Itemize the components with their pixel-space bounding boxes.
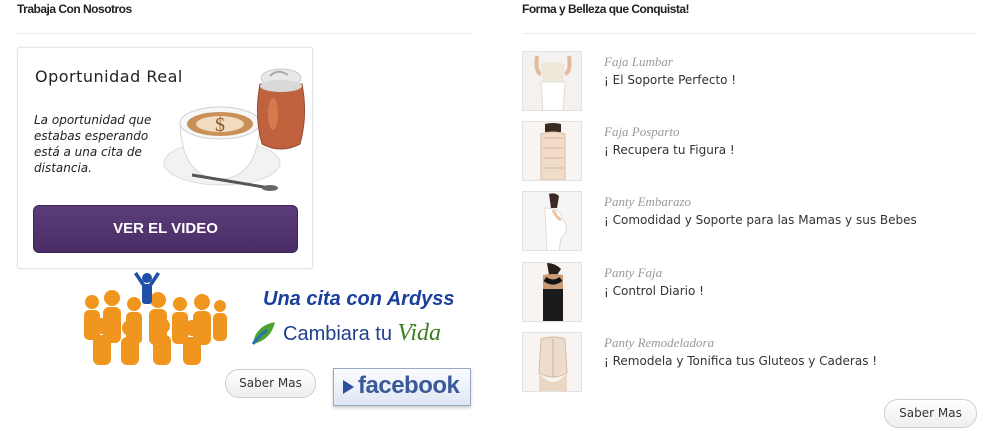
ardyss-slogan-line2: Cambiara tu Vida: [283, 320, 441, 347]
product-item-panty-embarazo[interactable]: Panty Embarazo ¡ Comodidad y Soporte par…: [522, 191, 977, 253]
facebook-label: facebook: [358, 372, 460, 399]
product-name[interactable]: Panty Faja: [604, 265, 662, 281]
product-photo-icon: [523, 333, 581, 391]
section-divider: [522, 33, 977, 34]
section-divider: [17, 33, 472, 34]
product-item-panty-faja[interactable]: Panty Faja ¡ Control Diario !: [522, 262, 977, 324]
tea-jar-icon: [256, 68, 306, 150]
product-name[interactable]: Panty Remodeladora: [604, 335, 714, 351]
product-name[interactable]: Faja Lumbar: [604, 54, 673, 70]
promo-text: La oportunidad que estabas esperando est…: [34, 113, 152, 175]
product-thumbnail[interactable]: [522, 332, 582, 392]
product-description: ¡ Control Diario !: [604, 284, 704, 298]
product-photo-icon: [523, 52, 581, 110]
product-description: ¡ El Soporte Perfecto !: [604, 73, 737, 87]
product-photo-icon: [523, 192, 581, 250]
facebook-button[interactable]: facebook: [333, 368, 471, 406]
ver-el-video-button[interactable]: VER EL VIDEO: [33, 205, 298, 253]
product-name[interactable]: Faja Posparto: [604, 124, 679, 140]
ardyss-leaf-logo-icon: [251, 322, 275, 345]
section-heading-forma: Forma y Belleza que Conquista!: [522, 2, 690, 16]
product-item-faja-lumbar[interactable]: Faja Lumbar ¡ El Soporte Perfecto !: [522, 51, 977, 113]
people-group-icon: [84, 272, 227, 365]
oportunidad-promo-card: Oportunidad Real La oportunidad que esta…: [17, 47, 313, 269]
ardyss-slogan-text: Cambiara tu: [283, 323, 398, 345]
trabaja-section: Trabaja Con Nosotros Oportunidad Real La…: [17, 0, 472, 406]
product-photo-icon: [523, 263, 581, 321]
product-description: ¡ Recupera tu Figura !: [604, 143, 735, 157]
product-thumbnail[interactable]: [522, 121, 582, 181]
ardyss-slogan-line1: Una cita con Ardyss: [263, 288, 455, 310]
product-thumbnail[interactable]: [522, 51, 582, 111]
saber-mas-button-right[interactable]: Saber Mas: [884, 399, 977, 428]
section-heading-trabaja: Trabaja Con Nosotros: [17, 2, 132, 16]
product-photo-icon: [523, 122, 581, 180]
saber-mas-button-left[interactable]: Saber Mas: [225, 369, 316, 398]
product-thumbnail[interactable]: [522, 191, 582, 251]
play-arrow-icon: [343, 380, 354, 394]
product-description: ¡ Remodela y Tonifica tus Gluteos y Cade…: [604, 354, 878, 368]
product-name[interactable]: Panty Embarazo: [604, 194, 691, 210]
product-thumbnail[interactable]: [522, 262, 582, 322]
svg-text:$: $: [215, 114, 225, 136]
ardyss-slogan-vida: Vida: [397, 320, 442, 346]
product-item-panty-remodeladora[interactable]: Panty Remodeladora ¡ Remodela y Tonifica…: [522, 332, 977, 394]
product-item-faja-posparto[interactable]: Faja Posparto ¡ Recupera tu Figura !: [522, 121, 977, 183]
product-description: ¡ Comodidad y Soporte para las Mamas y s…: [604, 213, 917, 227]
forma-belleza-section: Forma y Belleza que Conquista! Faja Lumb…: [522, 0, 977, 428]
